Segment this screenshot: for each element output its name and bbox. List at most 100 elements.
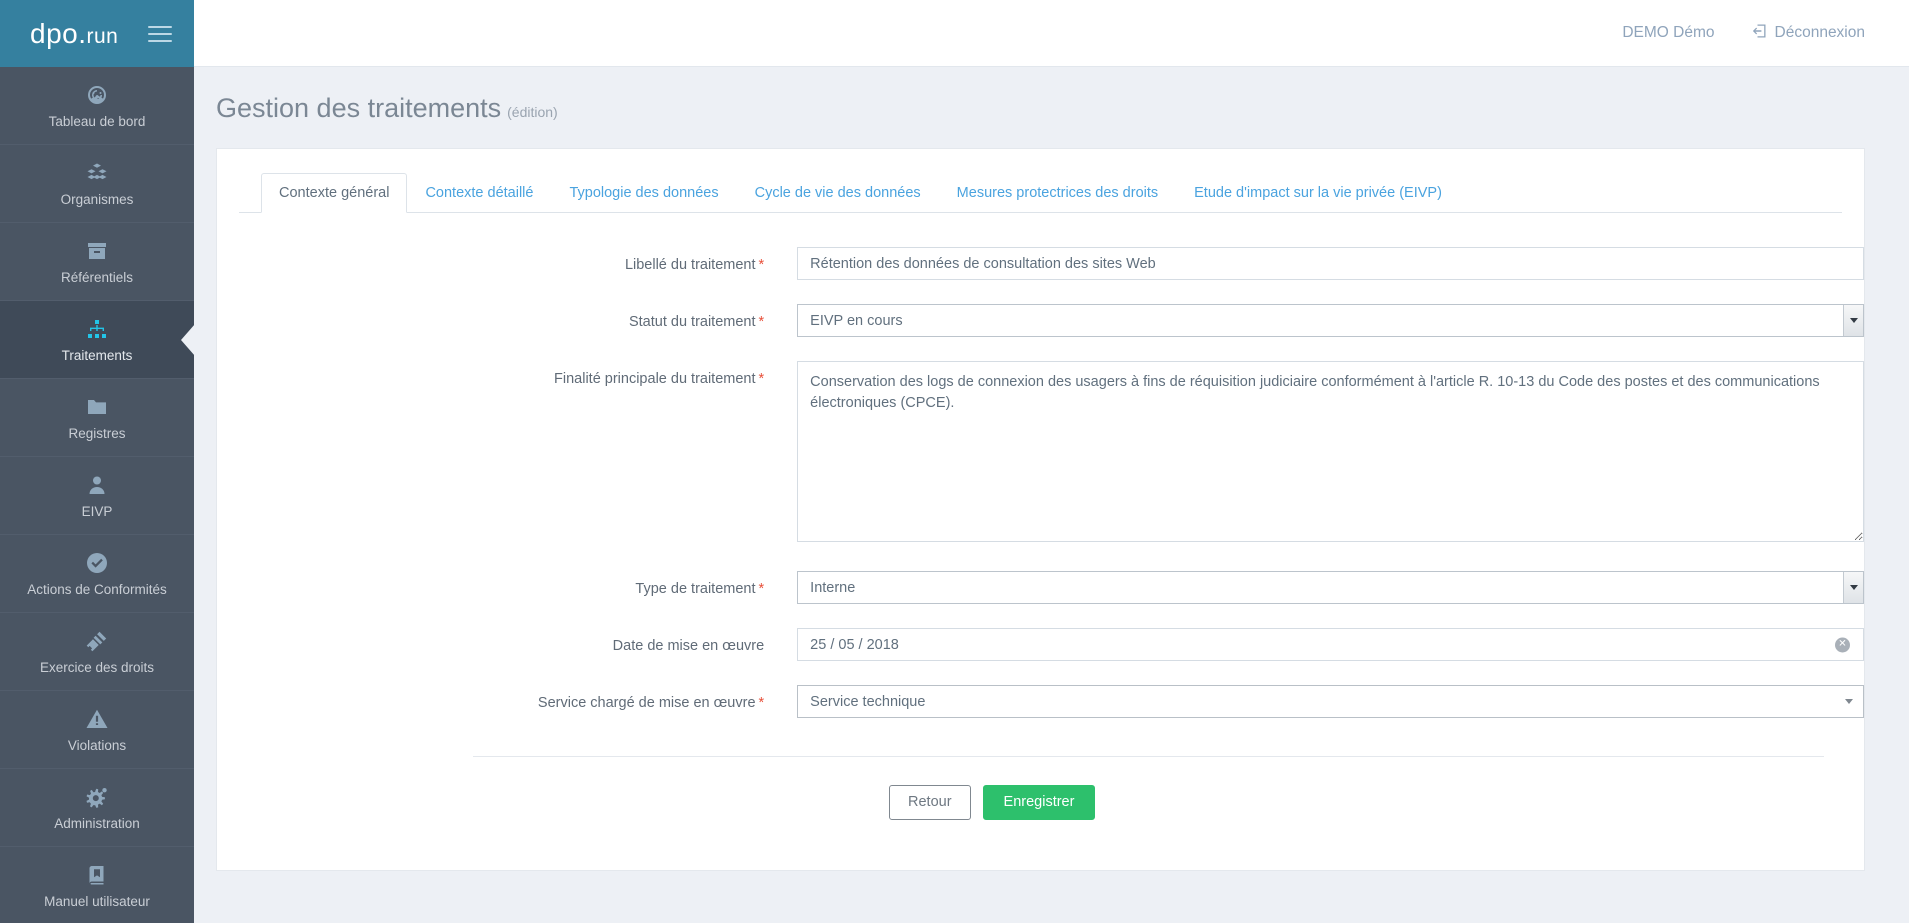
logo-name: dpo	[30, 17, 79, 49]
control-wrap-type: Interne	[797, 571, 1864, 604]
required-asterisk: *	[758, 695, 765, 711]
label-type: Type de traitement *	[217, 571, 797, 597]
sidebar-item-label: Manuel utilisateur	[44, 894, 150, 910]
page-subtitle: (édition)	[507, 104, 558, 120]
control-wrap-statut: EIVP en cours	[797, 304, 1864, 337]
sidebar-item-label: Actions de Conformités	[27, 582, 167, 598]
back-button[interactable]: Retour	[889, 785, 971, 820]
sidebar-item-tableau-de-bord[interactable]: Tableau de bord	[0, 67, 194, 145]
label-service: Service chargé de mise en œuvre *	[217, 685, 797, 711]
hamburger-icon[interactable]	[148, 21, 172, 47]
service-select[interactable]: Service technique	[797, 685, 1864, 718]
date-input[interactable]: 25 / 05 / 2018	[797, 628, 1864, 661]
user-icon	[85, 472, 109, 498]
clear-circle-x-icon[interactable]: ✕	[1835, 637, 1850, 652]
app-logo[interactable]: dpo.run	[30, 17, 119, 49]
required-asterisk: *	[758, 371, 765, 387]
gavel-icon	[85, 628, 109, 654]
label-service-text: Service chargé de mise en œuvre	[537, 695, 756, 711]
sidebar-item-label: Violations	[67, 738, 127, 754]
form-actions: Retour Enregistrer	[217, 757, 1864, 820]
book-icon	[85, 862, 109, 888]
page-title: Gestion des traitements	[216, 93, 502, 123]
label-statut-text: Statut du traitement	[628, 314, 756, 330]
current-user-name: DEMO Démo	[1622, 24, 1715, 41]
tab-contexte-detaille[interactable]: Contexte détaillé	[407, 173, 551, 213]
form-row-type: Type de traitement * Interne	[217, 571, 1864, 604]
folder-icon	[85, 394, 109, 420]
page-header: Gestion des traitements (édition)	[194, 67, 1909, 124]
label-libelle: Libellé du traitement *	[217, 247, 797, 273]
label-statut: Statut du traitement *	[217, 304, 797, 330]
sidebar-item-exercice-des-droits[interactable]: Exercice des droits	[0, 613, 194, 691]
sidebar-item-actions-de-conformites[interactable]: Actions de Conformités	[0, 535, 194, 613]
sidebar-item-registres[interactable]: Registres	[0, 379, 194, 457]
gears-icon	[85, 784, 109, 810]
control-wrap-finalite: Conservation des logs de connexion des u…	[797, 361, 1864, 547]
dashboard-gauge-icon	[85, 82, 109, 108]
treatment-form: Libellé du traitement* Statut du traitem…	[217, 213, 1864, 820]
finalite-textarea[interactable]: Conservation des logs de connexion des u…	[797, 361, 1864, 542]
sidebar-item-traitements[interactable]: Traitements	[0, 301, 195, 379]
required-asterisk: *	[758, 257, 765, 273]
sidebar-item-label: Registres	[68, 426, 126, 442]
check-circle-icon	[85, 550, 109, 576]
label-libelle-text: Libellé du traitement	[624, 257, 756, 273]
type-select[interactable]: Interne	[797, 571, 1864, 604]
sitemap-icon	[85, 316, 109, 342]
sidebar-item-referentiels[interactable]: Référentiels	[0, 223, 194, 301]
logout-label: Déconnexion	[1774, 24, 1865, 41]
sign-out-icon	[1751, 23, 1767, 44]
cubes-icon	[85, 160, 109, 186]
date-value: 25 / 05 / 2018	[810, 636, 899, 653]
active-indicator-notch	[181, 323, 195, 356]
sidebar-item-label: Référentiels	[60, 270, 134, 286]
sidebar-item-label: EIVP	[81, 504, 113, 520]
form-row-service: Service chargé de mise en œuvre * Service…	[217, 685, 1864, 718]
control-wrap-service: Service technique	[797, 685, 1864, 718]
sidebar-item-violations[interactable]: Violations	[0, 691, 194, 769]
form-row-date-mise-en-oeuvre: Date de mise en œuvre 25 / 05 / 2018 ✕	[217, 628, 1864, 661]
sidebar-item-label: Exercice des droits	[39, 660, 155, 676]
tab-mesures-protectrices-des-droits[interactable]: Mesures protectrices des droits	[939, 173, 1176, 213]
libelle-input[interactable]	[797, 247, 1864, 280]
logo-dot: .	[78, 17, 87, 49]
label-finalite-text: Finalité principale du traitement	[554, 371, 756, 387]
sidebar-item-administration[interactable]: Administration	[0, 769, 194, 847]
logo-suffix: run	[86, 24, 119, 48]
sidebar-item-label: Administration	[54, 816, 140, 832]
tab-cycle-de-vie-des-donnees[interactable]: Cycle de vie des données	[737, 173, 939, 213]
label-date-mise-en-oeuvre: Date de mise en œuvre	[612, 638, 765, 654]
sidebar-item-manuel-utilisateur[interactable]: Manuel utilisateur	[0, 847, 194, 923]
control-wrap-date: 25 / 05 / 2018 ✕	[797, 628, 1864, 661]
control-wrap-libelle	[797, 247, 1864, 280]
chevron-down-icon	[1845, 699, 1853, 704]
form-row-finalite: Finalité principale du traitement * Conse…	[217, 361, 1864, 547]
brand-header: dpo.run	[0, 0, 194, 67]
archive-box-icon	[85, 238, 109, 264]
sidebar: dpo.run Tableau de bord Organismes Référ…	[0, 0, 195, 923]
sidebar-item-label: Organismes	[60, 192, 134, 208]
warning-triangle-icon	[85, 706, 109, 732]
form-row-libelle: Libellé du traitement *	[217, 247, 1864, 280]
label-finalite: Finalité principale du traitement *	[217, 361, 797, 387]
tab-contexte-general[interactable]: Contexte général	[261, 173, 408, 213]
page-content: Gestion des traitements (édition) Context…	[194, 67, 1909, 923]
logout-link[interactable]: Déconnexion	[1751, 23, 1865, 44]
app-root: dpo.run Tableau de bord Organismes Référ…	[0, 0, 1909, 923]
sidebar-item-label: Tableau de bord	[48, 114, 146, 130]
statut-select[interactable]: EIVP en cours	[797, 304, 1864, 337]
required-asterisk: *	[758, 581, 765, 597]
label-type-text: Type de traitement	[635, 581, 756, 597]
sidebar-item-organismes[interactable]: Organismes	[0, 145, 194, 223]
service-selected-value: Service technique	[810, 693, 926, 710]
sidebar-item-eivp[interactable]: EIVP	[0, 457, 194, 535]
form-row-statut: Statut du traitement * EIVP en cours	[217, 304, 1864, 337]
top-header-bar: DEMO Démo Déconnexion	[194, 0, 1909, 67]
tab-etude-impact-vie-privee[interactable]: Etude d'impact sur la vie privée (EIVP)	[1176, 173, 1460, 213]
save-button[interactable]: Enregistrer	[982, 785, 1096, 820]
tab-bar: Contexte général Contexte détaillé Typol…	[239, 149, 1842, 213]
sidebar-item-label: Traitements	[61, 348, 133, 364]
content-card: Contexte général Contexte détaillé Typol…	[216, 148, 1865, 871]
tab-typologie-des-donnees[interactable]: Typologie des données	[551, 173, 736, 213]
